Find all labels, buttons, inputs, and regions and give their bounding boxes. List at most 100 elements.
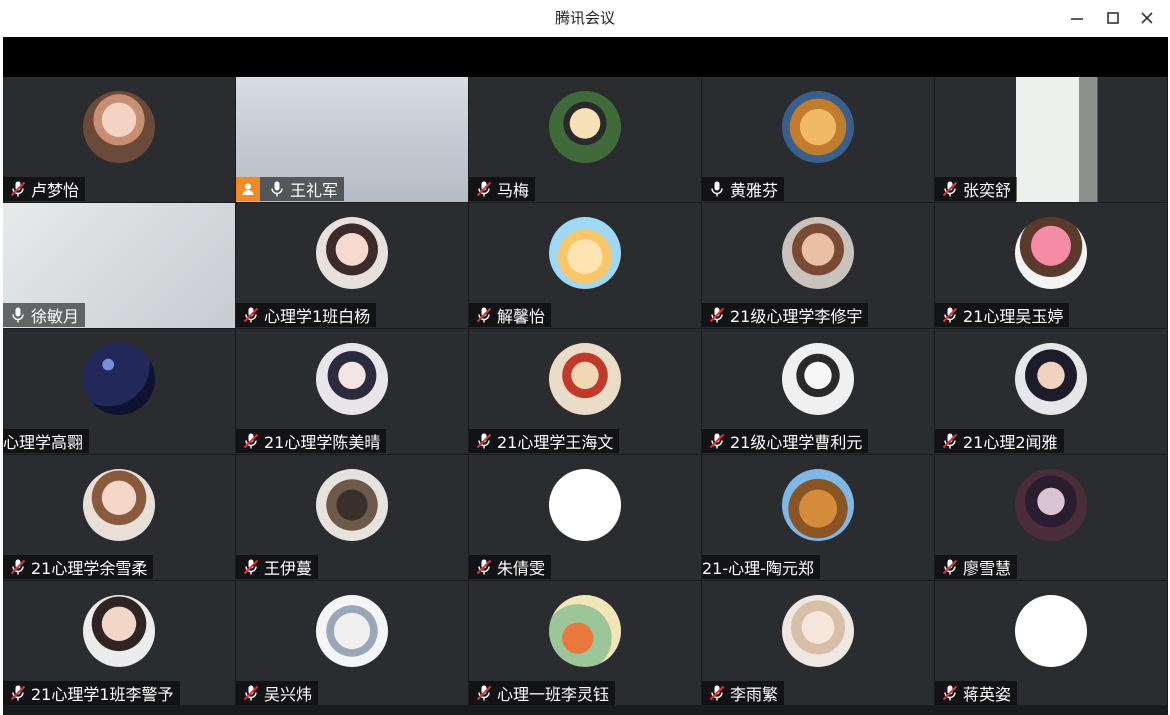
bottom-edge [3,705,1168,715]
participant-name: 21级心理学李修宇 [730,307,863,326]
avatar [83,91,155,163]
mic-muted-icon [706,430,728,452]
participant-name-bar: 蒋英姿 [935,681,1018,705]
mic-muted-icon [240,682,262,704]
participant-name: 21心理吴玉婷 [963,307,1064,326]
participant-name: 21心理2闻雅 [963,433,1058,452]
participant-name-bar: 黄雅芬 [702,177,785,201]
participant-name: 黄雅芬 [730,181,779,200]
meeting-window: 腾讯会议 卢梦怡 王礼军 马梅 黄雅芬 张奕舒徐敏月 心理学1班白杨 解馨怡 21级心理学李修… [0,0,1170,715]
avatar [782,343,854,415]
participant-name-bar: 21心理学陈美晴 [236,429,387,453]
participant-tile[interactable]: 21心理学1班李警予 [3,581,235,706]
participant-tile[interactable]: 吴兴炜 [236,581,468,706]
participant-name: 心理学高翾 [3,433,84,452]
participant-tile[interactable]: 21级心理学李修宇 [702,203,934,328]
avatar [316,217,388,289]
mic-muted-icon [939,556,961,578]
participant-name-bar: 21心理学王海文 [469,429,620,453]
mic-muted-icon [240,556,262,578]
participant-tile[interactable]: 朱倩雯 [469,455,701,580]
participant-tile[interactable]: 蒋英姿 [935,581,1167,706]
participant-tile[interactable]: 21级心理学曹利元 [702,329,934,454]
mic-muted-icon [473,304,495,326]
mic-muted-icon [240,304,262,326]
avatar [549,469,621,541]
participant-tile[interactable]: 21心理2闻雅 [935,329,1167,454]
participant-name-bar: 王伊蔓 [236,555,319,579]
mic-muted-icon [706,682,728,704]
participant-name-bar: 21-心理-陶元郑 [702,555,820,579]
participant-name-bar: 廖雪慧 [935,555,1018,579]
participant-name-bar: 李雨繁 [702,681,785,705]
participant-tile[interactable]: 王伊蔓 [236,455,468,580]
participant-tile[interactable]: 21心理学余雪柔 [3,455,235,580]
top-video-bar [3,37,1168,77]
participant-name: 21心理学1班李警予 [31,685,174,704]
participant-tile[interactable]: 徐敏月 [3,203,235,328]
participant-tile[interactable]: 卢梦怡 [3,77,235,202]
participant-name: 吴兴炜 [264,685,313,704]
mic-muted-icon [939,178,961,200]
participant-name: 解馨怡 [497,307,546,326]
participant-name-bar: 解馨怡 [469,303,552,327]
title-bar[interactable]: 腾讯会议 [0,0,1170,37]
avatar [549,217,621,289]
participant-tile[interactable]: 马梅 [469,77,701,202]
participant-name: 21-心理-陶元郑 [702,559,814,578]
close-button[interactable] [1130,4,1164,32]
avatar [83,469,155,541]
participant-name: 朱倩雯 [497,559,546,578]
minimize-icon [1071,18,1083,20]
participant-tile[interactable]: 李雨繁 [702,581,934,706]
mic-icon [266,178,288,200]
mic-muted-icon [939,304,961,326]
avatar [782,595,854,667]
participant-name: 卢梦怡 [31,181,80,200]
participant-name-bar: 卢梦怡 [3,177,86,201]
participant-tile[interactable]: 心理学高翾 [3,329,235,454]
participant-tile[interactable]: 王礼军 [236,77,468,202]
participant-name-bar: 马梅 [469,177,536,201]
participant-name: 马梅 [497,181,530,200]
window-title: 腾讯会议 [554,9,615,27]
participant-tile[interactable]: 解馨怡 [469,203,701,328]
participant-name: 徐敏月 [31,307,80,326]
avatar [1015,343,1087,415]
participant-tile[interactable]: 张奕舒 [935,77,1167,202]
mic-muted-icon [706,304,728,326]
participant-name: 心理学1班白杨 [264,307,371,326]
participant-tile[interactable]: 21心理学陈美晴 [236,329,468,454]
avatar [782,217,854,289]
participant-name-bar: 21级心理学李修宇 [702,303,869,327]
avatar [316,343,388,415]
avatar [316,469,388,541]
participant-tile[interactable]: 黄雅芬 [702,77,934,202]
participant-name: 21心理学余雪柔 [31,559,148,578]
mic-icon [7,304,29,326]
participant-name-bar: 心理一班李灵钰 [469,681,616,705]
minimize-button[interactable] [1060,4,1094,32]
participant-tile[interactable]: 心理学1班白杨 [236,203,468,328]
participant-name-bar: 朱倩雯 [469,555,552,579]
participant-name: 心理一班李灵钰 [497,685,610,704]
avatar [549,595,621,667]
participant-tile[interactable]: 心理一班李灵钰 [469,581,701,706]
mic-muted-icon [473,430,495,452]
participant-name-bar: 张奕舒 [935,177,1018,201]
participant-tile[interactable]: 21-心理-陶元郑 [702,455,934,580]
avatar [782,91,854,163]
host-icon [236,177,260,201]
avatar [316,595,388,667]
avatar [1015,217,1087,289]
maximize-button[interactable] [1096,4,1130,32]
mic-muted-icon [473,682,495,704]
participant-name: 21心理学王海文 [497,433,614,452]
participant-tile[interactable]: 廖雪慧 [935,455,1167,580]
participant-tile[interactable]: 21心理学王海文 [469,329,701,454]
participant-tile[interactable]: 21心理吴玉婷 [935,203,1167,328]
avatar [83,343,155,415]
participant-name: 张奕舒 [963,181,1012,200]
mic-muted-icon [7,682,29,704]
mic-muted-icon [240,430,262,452]
